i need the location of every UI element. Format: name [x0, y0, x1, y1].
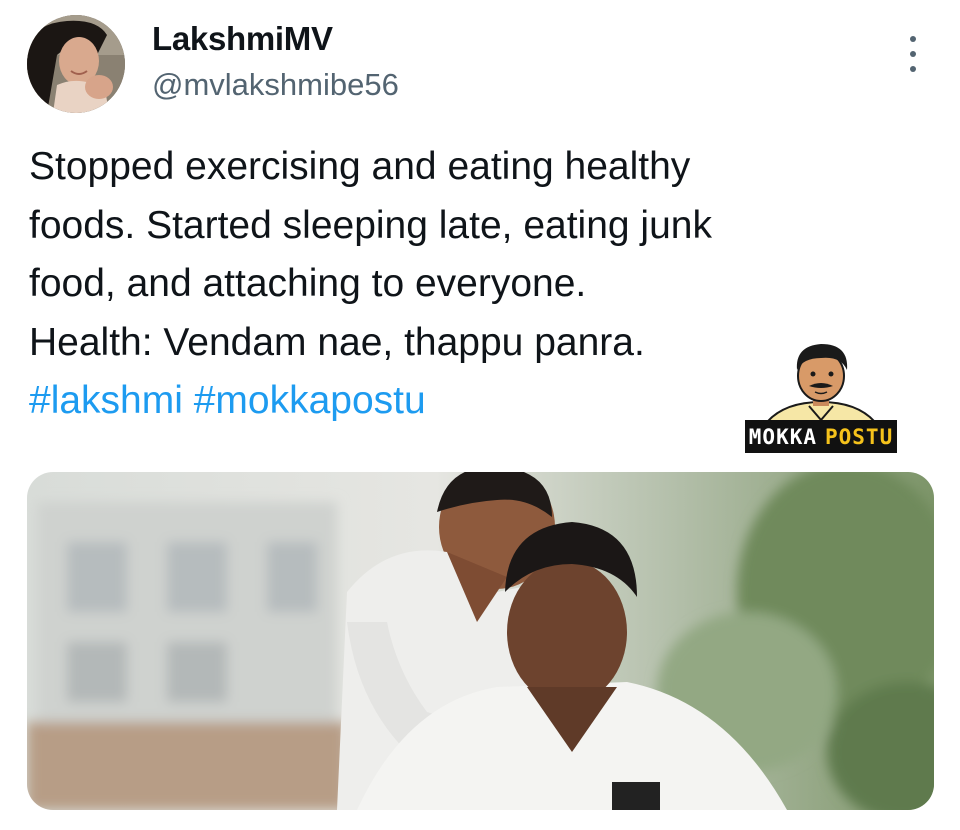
vertical-ellipsis-icon	[910, 36, 916, 42]
avatar[interactable]	[27, 15, 125, 113]
vertical-ellipsis-icon	[910, 66, 916, 72]
hashtag-list: #lakshmi #mokkapostu	[29, 372, 849, 431]
avatar-photo	[27, 15, 125, 113]
photo-two-men	[27, 472, 934, 810]
tweet-text-line: Health: Vendam nae, thappu panra.	[29, 320, 645, 364]
tweet-text: Stopped exercising and eating healthy fo…	[29, 138, 849, 431]
vertical-ellipsis-icon	[910, 51, 916, 57]
watermark-logo: MOKKA POSTU	[745, 340, 897, 455]
more-options-button[interactable]	[900, 34, 926, 74]
hashtag-link[interactable]: #lakshmi	[29, 379, 183, 422]
tweet-media-image[interactable]	[27, 472, 934, 810]
tweet-text-line: Stopped exercising and eating healthy	[29, 145, 691, 188]
user-handle[interactable]: @mvlakshmibe56	[152, 67, 399, 103]
cartoon-face-icon	[764, 344, 878, 423]
watermark-word: POSTU	[825, 424, 894, 449]
hashtag-link[interactable]: #mokkapostu	[194, 379, 426, 422]
tweet-text-line: food, and attaching to everyone.	[29, 262, 587, 305]
display-name[interactable]: LakshmiMV	[152, 20, 333, 58]
tweet-text-line: foods. Started sleeping late, eating jun…	[29, 203, 712, 247]
watermark-badge: MOKKA POSTU	[745, 420, 897, 453]
watermark-word: MOKKA	[748, 424, 817, 449]
